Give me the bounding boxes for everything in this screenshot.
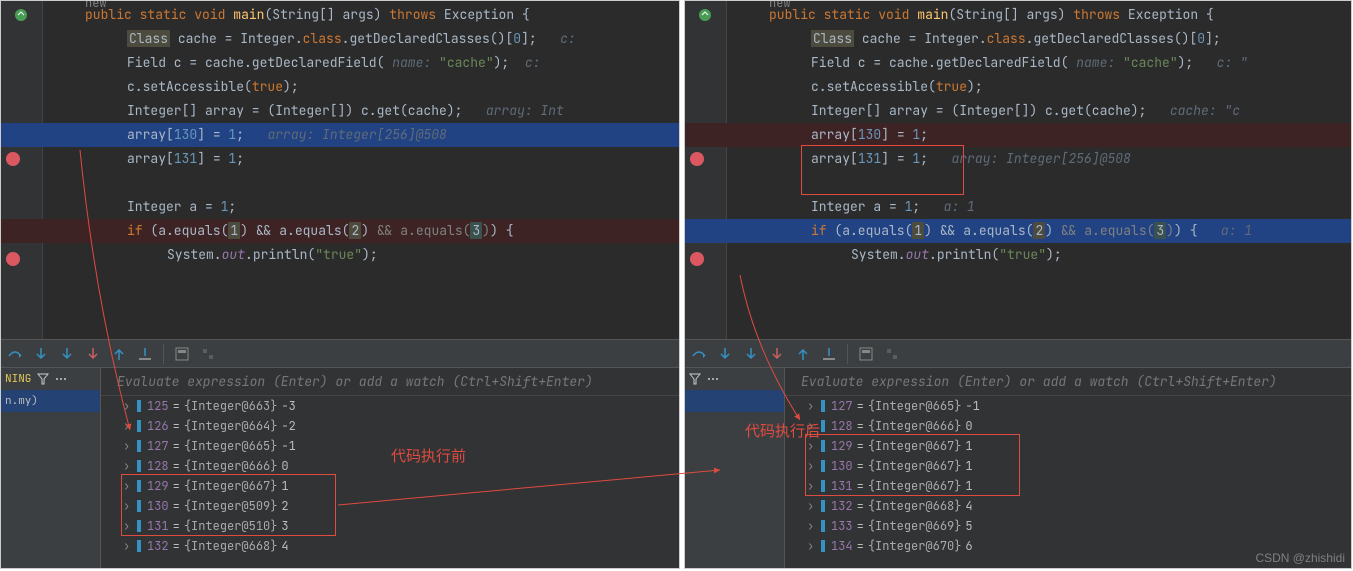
var-row[interactable]: ›130 = {Integer@509} 2	[111, 496, 673, 516]
watermark: CSDN @zhishidi	[1255, 551, 1345, 565]
vars-before[interactable]: ›125 = {Integer@663} -3 ›126 = {Integer@…	[111, 396, 673, 564]
divider	[847, 344, 848, 364]
run-to-cursor-icon[interactable]	[821, 346, 837, 362]
code-line[interactable]: Integer[] array = (Integer[]) c.get(cach…	[1, 99, 679, 123]
frame-row[interactable]: n.my)	[1, 390, 100, 412]
run-to-cursor-icon[interactable]	[137, 346, 153, 362]
frame-row[interactable]	[685, 390, 784, 412]
code-line-current[interactable]: if (a.equals(1) && a.equals(2) && a.equa…	[685, 219, 1351, 243]
code-line[interactable]: public static void main(String[] args) t…	[685, 3, 1351, 27]
filter-row[interactable]	[685, 368, 784, 390]
debug-toolbar	[1, 340, 679, 368]
editor-before[interactable]: new public static void main(String[] arg…	[1, 1, 679, 339]
var-row[interactable]: ›132 = {Integer@668} 4	[795, 496, 1345, 516]
var-row[interactable]: ›131 = {Integer@510} 3	[111, 516, 673, 536]
step-into-icon[interactable]	[717, 346, 733, 362]
code-line-current[interactable]: array[130] = 1; array: Integer[256]@508	[1, 123, 679, 147]
divider	[163, 344, 164, 364]
editor-after[interactable]: new public static void main(String[] arg…	[685, 1, 1351, 339]
trace-icon[interactable]	[884, 346, 900, 362]
more-icon[interactable]	[707, 373, 719, 385]
var-row[interactable]: ›125 = {Integer@663} -3	[111, 396, 673, 416]
var-row[interactable]: ›131 = {Integer@667} 1	[795, 476, 1345, 496]
var-row[interactable]: ›126 = {Integer@664} -2	[111, 416, 673, 436]
filter-row[interactable]: NING	[1, 368, 100, 390]
code-line[interactable]: System.out.println("true");	[1, 243, 679, 267]
trace-icon[interactable]	[200, 346, 216, 362]
code-line[interactable]: Class cache = Integer.class.getDeclaredC…	[1, 27, 679, 51]
var-row[interactable]: ›127 = {Integer@665} -1	[795, 396, 1345, 416]
debug-toolbar	[685, 340, 1351, 368]
evaluate-icon[interactable]	[174, 346, 190, 362]
frames-sidebar	[685, 368, 785, 568]
code-line[interactable]: Integer[] array = (Integer[]) c.get(cach…	[685, 99, 1351, 123]
code-line[interactable]: Class cache = Integer.class.getDeclaredC…	[685, 27, 1351, 51]
step-over-icon[interactable]	[691, 346, 707, 362]
var-row[interactable]: ›128 = {Integer@666} 0	[795, 416, 1345, 436]
evaluate-icon[interactable]	[858, 346, 874, 362]
annotation-before: 代码执行前	[391, 445, 466, 466]
var-row[interactable]: ›129 = {Integer@667} 1	[111, 476, 673, 496]
code-line[interactable]: Field c = cache.getDeclaredField( name: …	[1, 51, 679, 75]
filter-icon[interactable]	[37, 373, 49, 385]
code-line[interactable]: public static void main(String[] args) t…	[1, 3, 679, 27]
watch-input[interactable]: Evaluate expression (Enter) or add a wat…	[1, 368, 679, 396]
code-line[interactable]: c.setAccessible(true);	[1, 75, 679, 99]
code-line[interactable]: Field c = cache.getDeclaredField( name: …	[685, 51, 1351, 75]
code-line[interactable]: c.setAccessible(true);	[685, 75, 1351, 99]
step-out-icon[interactable]	[795, 346, 811, 362]
debugger-before: NING n.my) Evaluate expression (Enter) o…	[1, 339, 679, 568]
annotation-after: 代码执行后	[745, 420, 820, 441]
var-row[interactable]: ›130 = {Integer@667} 1	[795, 456, 1345, 476]
force-step-icon[interactable]	[769, 346, 785, 362]
more-icon[interactable]	[55, 373, 67, 385]
step-into-icon[interactable]	[743, 346, 759, 362]
code-line[interactable]: array[130] = 1;	[685, 123, 1351, 147]
force-step-icon[interactable]	[85, 346, 101, 362]
frames-sidebar: NING n.my)	[1, 368, 101, 568]
var-row[interactable]: ›132 = {Integer@668} 4	[111, 536, 673, 556]
pane-before: new public static void main(String[] arg…	[0, 0, 680, 569]
step-over-icon[interactable]	[7, 346, 23, 362]
code-line[interactable]: if (a.equals(1) && a.equals(2) && a.equa…	[1, 219, 679, 243]
filter-icon[interactable]	[689, 373, 701, 385]
pane-after: new public static void main(String[] arg…	[684, 0, 1352, 569]
code-line[interactable]: Integer a = 1; a: 1	[685, 195, 1351, 219]
code-line[interactable]: Integer a = 1;	[1, 195, 679, 219]
step-into-icon[interactable]	[59, 346, 75, 362]
vars-after[interactable]: ›127 = {Integer@665} -1 ›128 = {Integer@…	[795, 396, 1345, 564]
code-line[interactable]: array[131] = 1;	[1, 147, 679, 171]
debugger-after: Evaluate expression (Enter) or add a wat…	[685, 339, 1351, 568]
step-into-icon[interactable]	[33, 346, 49, 362]
var-row[interactable]: ›129 = {Integer@667} 1	[795, 436, 1345, 456]
var-row[interactable]: ›133 = {Integer@669} 5	[795, 516, 1345, 536]
code-line[interactable]: System.out.println("true");	[685, 243, 1351, 267]
code-line	[685, 171, 1351, 195]
code-line	[1, 171, 679, 195]
step-out-icon[interactable]	[111, 346, 127, 362]
code-line[interactable]: array[131] = 1; array: Integer[256]@508	[685, 147, 1351, 171]
